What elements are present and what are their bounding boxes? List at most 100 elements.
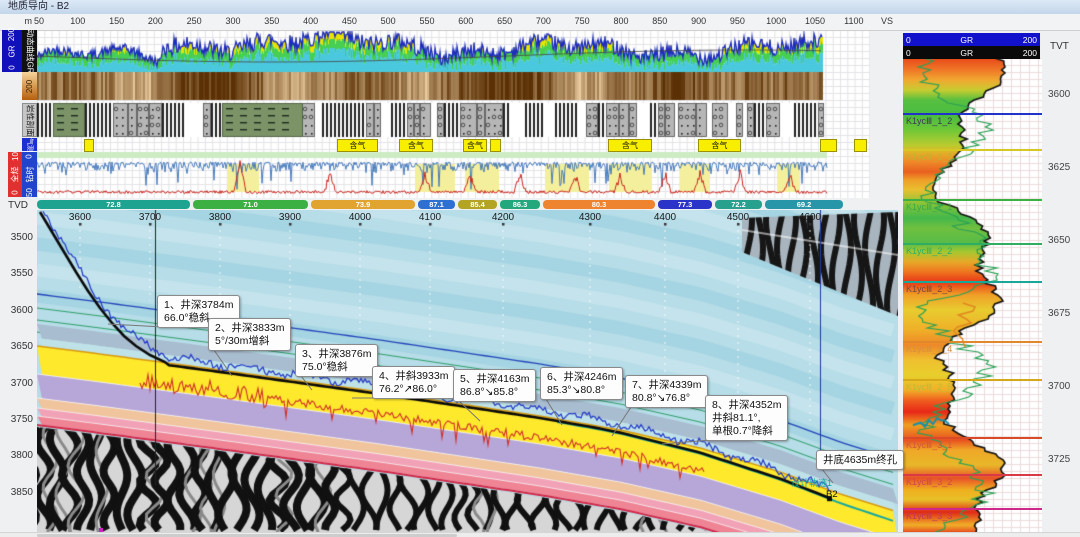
angle-segment[interactable]: 87.1 bbox=[418, 200, 455, 209]
md-depth-label: 4100 bbox=[410, 212, 450, 223]
layer-name-label: K1ycⅢ_3_3 bbox=[906, 511, 952, 522]
annotation-line: 井斜81.1°, bbox=[712, 412, 781, 425]
layer-name-label: K1ycⅢ_3_2 bbox=[906, 477, 952, 488]
blue-gr-name: GR bbox=[960, 35, 973, 45]
tvt-depth-label: 3600 bbox=[1048, 89, 1070, 100]
ruler-tick: 450 bbox=[334, 16, 364, 26]
tvt-depth-label: 3650 bbox=[1048, 235, 1070, 246]
tvd-depth-label: 3600 bbox=[3, 305, 33, 316]
annotation-line: 4、井斜3933m bbox=[379, 370, 448, 383]
angle-segment[interactable]: 86.3 bbox=[500, 200, 540, 209]
gas-label-text: 气测 bbox=[25, 138, 35, 152]
angle-segment[interactable]: 80.3 bbox=[543, 200, 655, 209]
gas-show-flag: 含气 bbox=[463, 139, 487, 152]
angle-segment[interactable]: 72.2 bbox=[715, 200, 762, 209]
annotation-line: 5、井深4163m bbox=[460, 373, 529, 386]
annotation-line: 2、井深3833m bbox=[215, 322, 284, 335]
angle-segment[interactable]: 77.3 bbox=[658, 200, 712, 209]
ruler-tick: 400 bbox=[296, 16, 326, 26]
well-depth-annotation: 3、井深3876m75.0°稳斜 bbox=[295, 344, 378, 377]
md-depth-label: 4200 bbox=[483, 212, 523, 223]
black-gr-min: 0 bbox=[906, 48, 911, 58]
annotation-line: 6、井深4246m bbox=[547, 371, 616, 384]
tvd-depth-label: 3500 bbox=[3, 232, 33, 243]
md-depth-label: 4000 bbox=[340, 212, 380, 223]
gas-show-flag: 含气 bbox=[399, 139, 433, 152]
zs-top: 0 bbox=[25, 154, 34, 158]
log-tracks-canvas bbox=[37, 30, 870, 198]
heatmap-scale-text: 200 bbox=[25, 79, 34, 92]
well-depth-annotation: 7、井深4339m80.8°↘76.8° bbox=[625, 375, 708, 408]
gr-track-label-text: 动态曲线GR bbox=[24, 29, 35, 73]
tvd-depth-label: 3550 bbox=[3, 268, 33, 279]
well-depth-annotation: 2、井深3833m5°/30m增斜 bbox=[208, 318, 291, 351]
ruler-tick: 150 bbox=[102, 16, 132, 26]
well-depth-annotation: 井底4635m终孔 bbox=[816, 450, 904, 470]
gas-show-flag bbox=[854, 139, 867, 152]
ruler-tick: 1050 bbox=[800, 16, 830, 26]
ruler-tick: 650 bbox=[490, 16, 520, 26]
layer-name-label: K1ycⅢ_3_1 bbox=[906, 440, 952, 451]
ruler-tick: 700 bbox=[528, 16, 558, 26]
pane-title-text: 地质导向 - B2 bbox=[8, 1, 69, 12]
gr-scale-min: 0 bbox=[7, 65, 16, 69]
layer-name-label: K1ycⅢ_2_2 bbox=[906, 246, 952, 257]
lithology-label-text: 岩性剖面 bbox=[24, 104, 35, 136]
tvd-axis-title: TVD bbox=[8, 200, 28, 211]
tvt-depth-label: 3700 bbox=[1048, 381, 1070, 392]
annotation-line: 井底4635m终孔 bbox=[823, 454, 897, 467]
typelog-header-black: 0 GR 200 bbox=[903, 46, 1040, 59]
type-log-canvas bbox=[903, 58, 1042, 532]
angle-segment[interactable]: 71.0 bbox=[193, 200, 308, 209]
gas-show-flag bbox=[490, 139, 501, 152]
tvt-axis-title: TVT bbox=[1050, 41, 1069, 52]
ruler-tick: 750 bbox=[567, 16, 597, 26]
ruler-tick: 800 bbox=[606, 16, 636, 26]
gr-scale-name: GR bbox=[8, 45, 17, 57]
layer-name-label: K1ycⅢ_1_2 bbox=[906, 116, 952, 127]
gr-track-label: 动态曲线GR bbox=[22, 30, 37, 72]
tvd-depth-label: 3850 bbox=[3, 487, 33, 498]
layer-top-line bbox=[903, 474, 1042, 476]
qt-bottom: 0 bbox=[10, 190, 19, 194]
angle-segment[interactable]: 85.4 bbox=[458, 200, 497, 209]
annotation-line: 80.8°↘76.8° bbox=[632, 392, 701, 405]
md-depth-label: 3900 bbox=[270, 212, 310, 223]
ruler-tick: 500 bbox=[373, 16, 403, 26]
ruler-tick: 250 bbox=[179, 16, 209, 26]
geosteering-window: 地质导向 - B2 m VS 5010015020025030035040045… bbox=[0, 0, 1080, 537]
tvd-depth-label: 3750 bbox=[3, 414, 33, 425]
angle-segment[interactable]: 69.2 bbox=[765, 200, 843, 209]
ruler-tick: 950 bbox=[722, 16, 752, 26]
total-hydrocarbon-scale: 10 全烃 0 bbox=[8, 152, 22, 197]
md-depth-label: 4300 bbox=[570, 212, 610, 223]
annotation-line: 76.2°↗86.0° bbox=[379, 383, 448, 396]
horizontal-scrollbar[interactable] bbox=[0, 532, 1080, 537]
ruler-tick: 300 bbox=[218, 16, 248, 26]
ruler-tick: 850 bbox=[645, 16, 675, 26]
gas-track-label: 气测 bbox=[22, 138, 37, 151]
layer-top-line bbox=[903, 379, 1042, 381]
black-gr-max: 200 bbox=[1023, 48, 1037, 58]
ruler-tick: 100 bbox=[63, 16, 93, 26]
tvd-depth-label: 3650 bbox=[3, 341, 33, 352]
layer-top-line bbox=[903, 243, 1042, 245]
annotation-line: 5°/30m增斜 bbox=[215, 335, 284, 348]
tvd-depth-label: 3700 bbox=[3, 378, 33, 389]
layer-top-line bbox=[903, 281, 1042, 283]
qt-name: 全烃 bbox=[10, 167, 21, 183]
annotation-line: 8、井深4352m bbox=[712, 399, 781, 412]
angle-segment[interactable]: 73.9 bbox=[311, 200, 415, 209]
layer-top-line bbox=[903, 199, 1042, 201]
md-depth-label: 4600 bbox=[790, 212, 830, 223]
qt-top: 10 bbox=[11, 152, 20, 161]
tvt-depth-label: 3625 bbox=[1048, 162, 1070, 173]
md-depth-label: 3700 bbox=[130, 212, 170, 223]
layer-top-line bbox=[903, 113, 1042, 115]
annotation-line: 75.0°稳斜 bbox=[302, 361, 371, 374]
angle-segment[interactable]: 72.8 bbox=[37, 200, 190, 209]
ruler-tick: 350 bbox=[257, 16, 287, 26]
typelog-header-blue: 0 GR 200 bbox=[903, 33, 1040, 46]
marker-dot bbox=[99, 528, 103, 532]
ruler-tick: 1000 bbox=[761, 16, 791, 26]
